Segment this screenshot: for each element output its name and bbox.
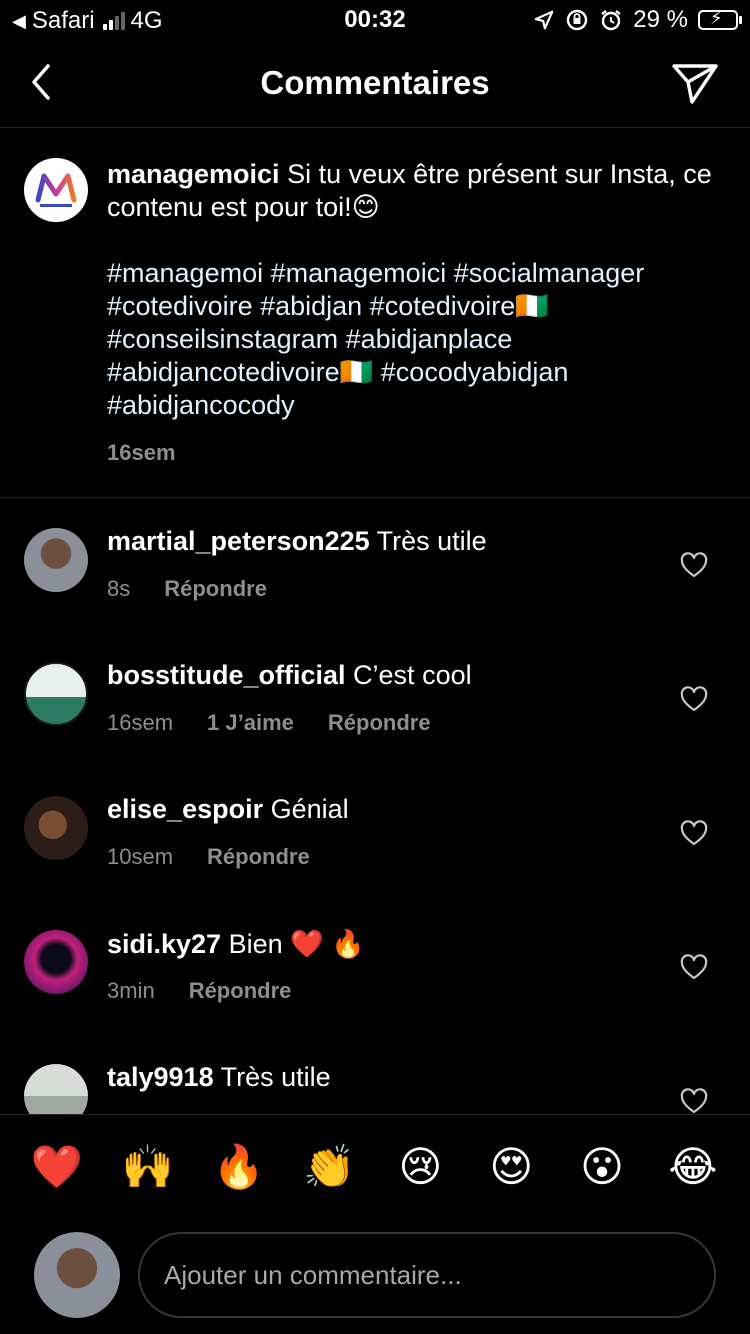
comment-username[interactable]: martial_peterson225	[107, 526, 370, 556]
comment-username[interactable]: taly9918	[107, 1062, 214, 1092]
heart-icon[interactable]	[680, 954, 708, 982]
hashtags: #managemoi #managemoici #socialmanager #…	[107, 257, 727, 422]
caption-username[interactable]: managemoici	[107, 159, 280, 189]
comment-item: sidi.ky27 Bien ❤️ 🔥 3min Répondre	[0, 900, 750, 1034]
hashtag-line[interactable]: #managemoi #managemoici #socialmanager	[107, 257, 727, 290]
status-bar: ◀ Safari 4G 00:32 29 % ⚡	[0, 0, 750, 40]
likes-count[interactable]: 1 J’aime	[207, 710, 294, 736]
comment-meta: 8s Répondre	[107, 576, 267, 602]
comment-meta: 10sem Répondre	[107, 844, 310, 870]
heart-icon[interactable]	[680, 686, 708, 714]
emoji-heart-eyes[interactable]: 😍	[484, 1145, 538, 1188]
comment-time: 3min	[107, 978, 155, 1003]
heart-icon[interactable]	[680, 1088, 708, 1114]
heart-icon[interactable]	[680, 552, 708, 580]
battery-percent: 29 %	[633, 6, 688, 33]
hashtag-line[interactable]: #conseilsinstagram #abidjanplace	[107, 323, 727, 356]
comment-composer	[0, 1218, 750, 1334]
avatar[interactable]	[24, 1064, 88, 1114]
comment-message: Très utile	[220, 1062, 331, 1092]
page-title: Commentaires	[260, 64, 490, 101]
comment-time: 16sem	[107, 710, 174, 735]
comment-item: elise_espoir Génial 10sem Répondre	[0, 766, 750, 900]
comment-time: 8s	[107, 576, 131, 601]
comment-time: 10sem	[107, 844, 174, 869]
nav-header: Commentaires	[0, 40, 750, 128]
emoji-raised-hands[interactable]: 🙌	[121, 1145, 175, 1188]
comment-meta: 3min Répondre	[107, 978, 291, 1004]
comment-item: martial_peterson225 Très utile 8s Répond…	[0, 498, 750, 632]
emoji-clapping[interactable]: 👏	[303, 1145, 357, 1188]
comment-text: elise_espoir Génial	[107, 794, 349, 825]
emoji-heart[interactable]: ❤️	[30, 1145, 84, 1188]
comment-text: sidi.ky27 Bien ❤️ 🔥	[107, 928, 365, 960]
comment-meta: 16sem 1 J’aime Répondre	[107, 710, 431, 736]
comment-item: bosstitude_official C’est cool 16sem 1 J…	[0, 632, 750, 766]
heart-icon[interactable]	[680, 820, 708, 848]
emoji-surprised[interactable]: 😮	[575, 1145, 629, 1188]
avatar	[34, 1232, 120, 1318]
reply-button[interactable]: Répondre	[328, 710, 431, 736]
comment-username[interactable]: bosstitude_official	[107, 660, 346, 690]
paper-plane-icon[interactable]	[670, 58, 720, 108]
avatar[interactable]	[24, 796, 88, 860]
managemoi-logo-icon	[35, 173, 77, 207]
alarm-icon	[601, 10, 622, 31]
hashtag-line[interactable]: #abidjancocody	[107, 389, 727, 422]
emoji-crying[interactable]: 😢	[393, 1145, 447, 1188]
comment-message: Bien ❤️ 🔥	[228, 929, 365, 959]
comment-text: bosstitude_official C’est cool	[107, 660, 472, 691]
caption-timestamp: 16sem	[107, 440, 176, 465]
comment-message: C’est cool	[353, 660, 472, 690]
caption-text: managemoici Si tu veux être présent sur …	[107, 158, 727, 422]
avatar[interactable]	[24, 930, 88, 994]
hashtag-line[interactable]: #abidjancotedivoire🇨🇮 #cocodyabidjan	[107, 356, 727, 389]
avatar[interactable]	[24, 528, 88, 592]
emoji-reaction-bar: ❤️ 🙌 🔥 👏 😢 😍 😮 😂	[0, 1114, 750, 1218]
comment-text: martial_peterson225 Très utile	[107, 526, 487, 557]
comment-list[interactable]: martial_peterson225 Très utile 8s Répond…	[0, 498, 750, 1114]
reply-button[interactable]: Répondre	[207, 844, 310, 870]
rotation-lock-icon	[567, 9, 588, 31]
comment-username[interactable]: elise_espoir	[107, 794, 263, 824]
comment-username[interactable]: sidi.ky27	[107, 929, 221, 959]
reply-button[interactable]: Répondre	[164, 576, 267, 602]
emoji-fire[interactable]: 🔥	[212, 1145, 266, 1188]
location-icon	[534, 10, 554, 30]
post-caption: managemoici Si tu veux être présent sur …	[0, 128, 750, 498]
avatar[interactable]	[24, 158, 88, 222]
reply-button[interactable]: Répondre	[189, 978, 292, 1004]
comment-input[interactable]	[138, 1232, 716, 1318]
comment-item: taly9918 Très utile	[0, 1034, 750, 1114]
avatar[interactable]	[24, 662, 88, 726]
status-right: 29 % ⚡	[533, 6, 742, 34]
comment-message: Génial	[270, 794, 349, 824]
emoji-laughing[interactable]: 😂	[666, 1145, 720, 1188]
battery-icon: ⚡	[698, 8, 742, 30]
comment-message: Très utile	[376, 526, 487, 556]
hashtag-line[interactable]: #cotedivoire #abidjan #cotedivoire🇨🇮	[107, 290, 727, 323]
comment-text: taly9918 Très utile	[107, 1062, 331, 1093]
